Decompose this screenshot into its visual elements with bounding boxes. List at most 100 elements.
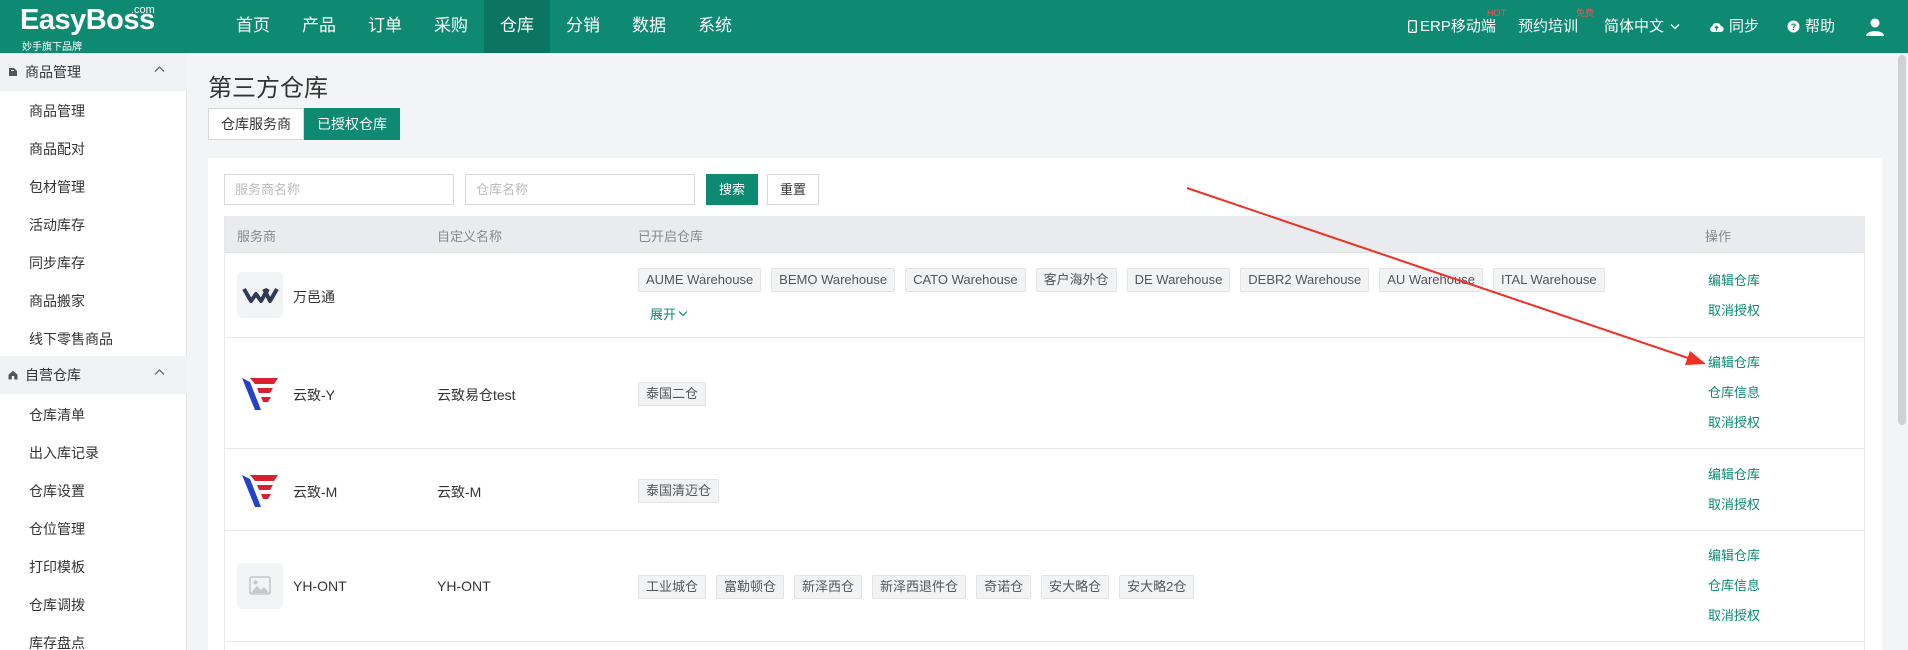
sidebar-group-products[interactable]: 商品管理 bbox=[0, 53, 187, 91]
brand-domain: .com bbox=[131, 4, 155, 16]
sidebar-item-print-templates[interactable]: 打印模板 bbox=[29, 557, 85, 577]
expand-link[interactable]: 展开 bbox=[650, 304, 688, 323]
provider-name: 云致-Y bbox=[293, 387, 335, 403]
page-title: 第三方仓库 bbox=[208, 75, 328, 102]
warehouse-tag: 客户海外仓 bbox=[1035, 268, 1117, 292]
revoke-authorization-link[interactable]: 取消授权 bbox=[1708, 601, 1760, 631]
provider-name: YH-ONT bbox=[293, 578, 347, 594]
reset-button[interactable]: 重置 bbox=[767, 174, 820, 205]
nav-purchase[interactable]: 采购 bbox=[418, 0, 484, 53]
sidebar-item-location-management[interactable]: 仓位管理 bbox=[29, 519, 85, 539]
sidebar-group-own-warehouse[interactable]: 自营仓库 bbox=[0, 356, 187, 394]
yunzhi-logo bbox=[237, 370, 283, 416]
provider-name: 万邑通 bbox=[293, 289, 335, 305]
edit-warehouse-link[interactable]: 编辑仓库 bbox=[1708, 541, 1760, 571]
yunzhi-logo bbox=[237, 467, 283, 513]
edit-warehouse-link[interactable]: 编辑仓库 bbox=[1708, 266, 1760, 296]
chevron-up-icon bbox=[154, 66, 165, 72]
custom-name: YH-ONT bbox=[437, 578, 491, 594]
user-avatar[interactable] bbox=[1865, 0, 1890, 53]
row-actions: 编辑仓库 仓库信息 取消授权 bbox=[1708, 541, 1760, 631]
sidebar-item-sync-stock[interactable]: 同步库存 bbox=[29, 253, 85, 273]
warehouse-tag: 新泽西退件仓 bbox=[872, 575, 967, 599]
nav-home[interactable]: 首页 bbox=[220, 0, 286, 53]
warehouse-tag: 安大略仓 bbox=[1041, 575, 1110, 599]
warehouse-info-link[interactable]: 仓库信息 bbox=[1708, 378, 1760, 408]
sync-button[interactable]: 同步 bbox=[1709, 0, 1759, 53]
edit-warehouse-link[interactable]: 编辑仓库 bbox=[1708, 348, 1760, 378]
free-badge: 免费 bbox=[1576, 8, 1595, 18]
page-scrollbar[interactable] bbox=[1898, 55, 1906, 425]
sync-label: 同步 bbox=[1729, 17, 1760, 35]
sidebar-item-packaging[interactable]: 包材管理 bbox=[29, 177, 85, 197]
warehouse-tag: AU Warehouse bbox=[1379, 268, 1483, 292]
yunzhi-logo-icon bbox=[242, 378, 278, 410]
chevron-down-icon bbox=[678, 311, 688, 317]
custom-name: 云致-M bbox=[437, 484, 482, 500]
header-enabled-warehouses: 已开启仓库 bbox=[638, 229, 704, 244]
sidebar-group-label: 自营仓库 bbox=[25, 367, 81, 383]
help-button[interactable]: ? 帮助 bbox=[1787, 0, 1835, 53]
mobile-icon bbox=[1408, 20, 1417, 33]
nav-warehouse[interactable]: 仓库 bbox=[484, 0, 550, 53]
provider-name: 云致-M bbox=[293, 484, 338, 500]
brand-logo[interactable]: EasyBoss .com 妙手旗下品牌 bbox=[20, 4, 170, 53]
user-icon bbox=[1866, 18, 1884, 36]
sidebar-item-products[interactable]: 商品管理 bbox=[29, 101, 85, 121]
warehouse-tag: BEMO Warehouse bbox=[771, 268, 896, 292]
svg-text:?: ? bbox=[1791, 22, 1797, 32]
erp-mobile-link[interactable]: ERP移动端 bbox=[1408, 0, 1496, 53]
revoke-authorization-link[interactable]: 取消授权 bbox=[1708, 296, 1760, 326]
warehouse-tags: AUME Warehouse BEMO Warehouse CATO Wareh… bbox=[638, 268, 1648, 323]
tab-warehouse-providers[interactable]: 仓库服务商 bbox=[208, 108, 304, 140]
warehouse-tags: 泰国清迈仓 bbox=[638, 479, 1648, 511]
nav-products[interactable]: 产品 bbox=[286, 0, 352, 53]
sidebar-item-offline-retail[interactable]: 线下零售商品 bbox=[29, 329, 113, 349]
yunzhi-logo-icon bbox=[242, 475, 278, 507]
header-actions: 操作 bbox=[1705, 229, 1732, 244]
brand-slogan: 妙手旗下品牌 bbox=[22, 42, 82, 53]
language-select[interactable]: 简体中文 bbox=[1604, 0, 1680, 53]
custom-name: 云致易仓test bbox=[437, 387, 516, 403]
warehouse-tag: 新泽西仓 bbox=[794, 575, 863, 599]
warehouse-tag: 富勒顿仓 bbox=[716, 575, 785, 599]
nav-system[interactable]: 系统 bbox=[682, 0, 748, 53]
top-navbar: EasyBoss .com 妙手旗下品牌 首页 产品 订单 采购 仓库 分销 数… bbox=[0, 0, 1908, 53]
row-actions: 编辑仓库 仓库信息 取消授权 bbox=[1708, 348, 1760, 438]
warehouse-tag: DE Warehouse bbox=[1126, 268, 1231, 292]
warehouse-name-input[interactable] bbox=[465, 174, 695, 205]
revoke-authorization-link[interactable]: 取消授权 bbox=[1708, 490, 1760, 520]
warehouse-tags: 工业城仓 富勒顿仓 新泽西仓 新泽西退件仓 奇诺仓 安大略仓 安大略2仓 bbox=[638, 575, 1648, 607]
sidebar-item-stocktake[interactable]: 库存盘点 bbox=[29, 633, 85, 650]
edit-warehouse-link[interactable]: 编辑仓库 bbox=[1708, 460, 1760, 490]
sidebar-group-label: 商品管理 bbox=[25, 64, 81, 80]
cloud-upload-icon bbox=[1710, 22, 1724, 32]
page-tabs: 仓库服务商 已授权仓库 bbox=[208, 108, 400, 140]
sidebar-item-warehouse-transfer[interactable]: 仓库调拨 bbox=[29, 595, 85, 615]
table-row: 云致-M 云致-M 泰国清迈仓 编辑仓库 取消授权 bbox=[225, 449, 1864, 531]
warehouse-tag: ITAL Warehouse bbox=[1492, 268, 1605, 292]
nav-distribution[interactable]: 分销 bbox=[550, 0, 616, 53]
search-button[interactable]: 搜索 bbox=[706, 174, 759, 205]
sidebar-item-promo-stock[interactable]: 活动库存 bbox=[29, 215, 85, 235]
expand-label: 展开 bbox=[650, 307, 677, 322]
nav-orders[interactable]: 订单 bbox=[352, 0, 418, 53]
sidebar-item-inout-records[interactable]: 出入库记录 bbox=[29, 443, 99, 463]
winit-logo-icon bbox=[242, 287, 279, 303]
hot-badge: HOT bbox=[1487, 8, 1506, 18]
provider-name-input[interactable] bbox=[224, 174, 454, 205]
training-link[interactable]: 预约培训 bbox=[1518, 0, 1578, 53]
revoke-authorization-link[interactable]: 取消授权 bbox=[1708, 408, 1760, 438]
table-row: YH-ONT YH-ONT 工业城仓 富勒顿仓 新泽西仓 新泽西退件仓 奇诺仓 … bbox=[225, 531, 1864, 642]
sidebar-item-warehouse-list[interactable]: 仓库清单 bbox=[29, 405, 85, 425]
warehouse-tag: 工业城仓 bbox=[638, 575, 707, 599]
sidebar-item-warehouse-settings[interactable]: 仓库设置 bbox=[29, 481, 85, 501]
table-row: 万邑通 AUME Warehouse BEMO Warehouse CATO W… bbox=[225, 253, 1864, 338]
warehouse-info-link[interactable]: 仓库信息 bbox=[1708, 571, 1760, 601]
nav-data[interactable]: 数据 bbox=[616, 0, 682, 53]
sidebar-item-product-migration[interactable]: 商品搬家 bbox=[29, 291, 85, 311]
header-custom-name: 自定义名称 bbox=[437, 229, 503, 244]
warehouse-tag: AUME Warehouse bbox=[638, 268, 762, 292]
tab-authorized-warehouses[interactable]: 已授权仓库 bbox=[304, 108, 400, 140]
sidebar-item-product-pairing[interactable]: 商品配对 bbox=[29, 139, 85, 159]
